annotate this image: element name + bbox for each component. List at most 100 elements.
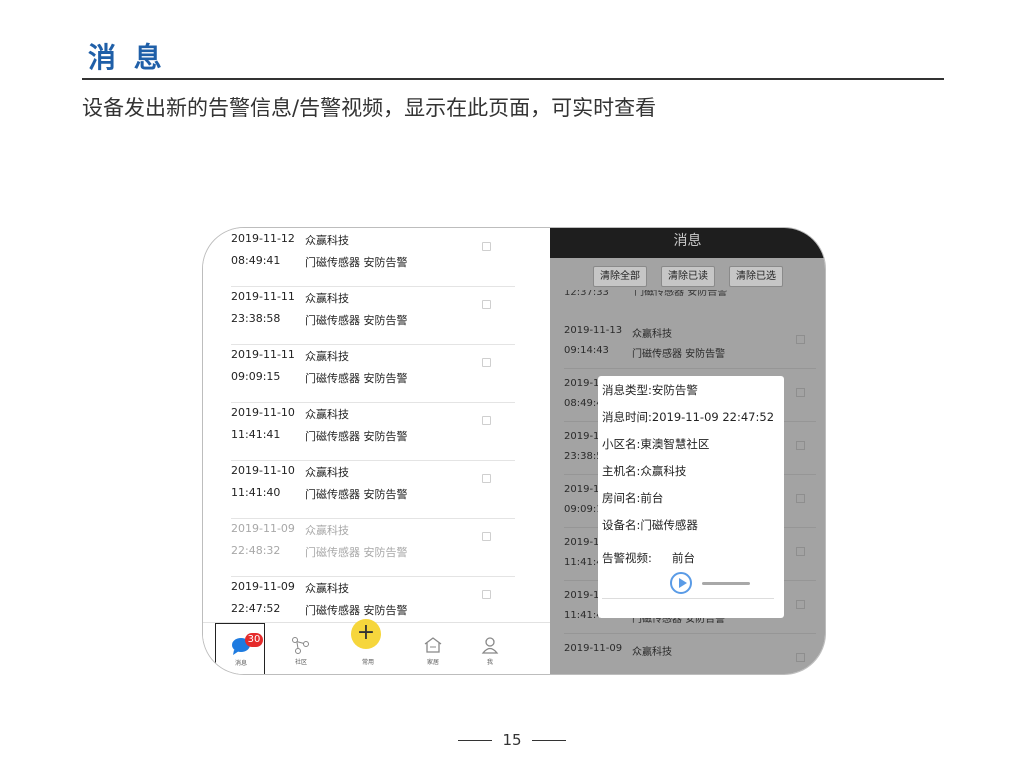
select-checkbox[interactable] <box>482 242 491 251</box>
tab-home-label: 家居 <box>426 659 439 666</box>
messages-header: 消息 <box>550 228 825 258</box>
popup-device: 设备名:门磁传感器 <box>602 518 698 532</box>
network-icon <box>292 637 309 654</box>
page-number-text: 15 <box>502 731 522 749</box>
message-detail-pane: 消息 清除全部 清除已读 清除已选 12:37:33 门磁传感器 安防告警 20… <box>550 228 825 674</box>
clear-read-button[interactable]: 清除已读 <box>661 266 715 287</box>
clipped-row-desc: 门磁传感器 安防告警 <box>634 290 728 298</box>
clipped-row-time: 12:37:33 <box>564 290 609 298</box>
actions-toolbar: 清除全部 清除已读 清除已选 <box>550 258 825 290</box>
message-host: 众赢科技 <box>305 350 349 363</box>
popup-host: 主机名:众赢科技 <box>602 464 687 478</box>
detail-list-row[interactable]: 2019-11-13 09:14:43 众赢科技门磁传感器 安防告警 <box>564 315 816 369</box>
message-description: 门磁传感器 安防告警 <box>305 430 408 443</box>
tab-bar: 30 消息 社区 常用 + 家居 我 <box>203 619 550 674</box>
row-checkbox[interactable] <box>796 653 805 662</box>
row-host: 众赢科技 <box>632 647 672 658</box>
message-row[interactable]: 2019-11-10 11:41:40 众赢科技门磁传感器 安防告警 <box>231 460 515 519</box>
row-date: 2019-1 <box>564 378 600 389</box>
message-row[interactable]: 2019-11-10 11:41:41 众赢科技门磁传感器 安防告警 <box>231 402 515 461</box>
message-description: 门磁传感器 安防告警 <box>305 604 408 617</box>
message-row[interactable]: 2019-11-11 23:38:58 众赢科技门磁传感器 安防告警 <box>231 286 515 345</box>
message-date: 2019-11-10 <box>231 464 295 477</box>
row-date: 2019-1 <box>564 431 600 442</box>
detail-list-row[interactable]: 2019-11-09 众赢科技 <box>564 633 816 674</box>
popup-room: 房间名:前台 <box>602 491 664 505</box>
clear-selected-button[interactable]: 清除已选 <box>729 266 783 287</box>
message-description: 门磁传感器 安防告警 <box>305 256 408 269</box>
message-time: 22:47:52 <box>231 602 281 615</box>
play-icon[interactable] <box>670 572 692 594</box>
row-date: 2019-11-13 <box>564 325 623 336</box>
page-subtitle: 设备发出新的告警信息/告警视频，显示在此页面，可实时查看 <box>82 96 657 120</box>
message-host: 众赢科技 <box>305 466 349 479</box>
tab-community[interactable]: 社区 <box>276 623 326 674</box>
clipped-row-fragment: 12:37:33 门磁传感器 安防告警 <box>564 290 727 298</box>
message-row[interactable]: 2019-11-11 09:09:15 众赢科技门磁传感器 安防告警 <box>231 344 515 403</box>
row-checkbox[interactable] <box>796 494 805 503</box>
message-time: 11:41:41 <box>231 428 281 441</box>
message-description: 门磁传感器 安防告警 <box>305 372 408 385</box>
popup-divider <box>602 598 774 599</box>
select-checkbox[interactable] <box>482 532 491 541</box>
popup-video-location: 前台 <box>672 551 695 565</box>
row-date: 2019-1 <box>564 484 600 495</box>
row-host: 众赢科技 <box>632 329 672 340</box>
popup-video-label: 告警视频: <box>602 551 652 565</box>
unread-badge: 30 <box>245 633 263 647</box>
message-row[interactable]: 2019-11-12 08:49:41 众赢科技门磁传感器 安防告警 <box>231 228 515 287</box>
row-date: 2019-11-09 <box>564 643 623 654</box>
popup-community: 小区名:東澳智慧社区 <box>602 437 710 451</box>
message-host: 众赢科技 <box>305 582 349 595</box>
message-host: 众赢科技 <box>305 408 349 421</box>
add-button[interactable]: + <box>351 619 381 649</box>
message-date: 2019-11-10 <box>231 406 295 419</box>
row-checkbox[interactable] <box>796 335 805 344</box>
row-date: 2019-1 <box>564 590 600 601</box>
message-date: 2019-11-11 <box>231 348 295 361</box>
select-checkbox[interactable] <box>482 300 491 309</box>
tab-me-label: 我 <box>486 659 493 666</box>
tab-community-label: 社区 <box>294 659 307 666</box>
page-title: 消 息 <box>88 41 166 74</box>
clear-all-button[interactable]: 清除全部 <box>593 266 647 287</box>
message-host: 众赢科技 <box>305 524 349 537</box>
select-checkbox[interactable] <box>482 358 491 367</box>
tab-me[interactable]: 我 <box>465 623 515 674</box>
message-description: 门磁传感器 安防告警 <box>305 488 408 501</box>
row-time: 09:14:43 <box>564 345 609 356</box>
page-number-dash-right <box>531 740 566 741</box>
tab-messages[interactable]: 30 消息 <box>215 623 265 674</box>
message-host: 众赢科技 <box>305 234 349 247</box>
message-host: 众赢科技 <box>305 292 349 305</box>
row-time: 09:09:1 <box>564 504 603 515</box>
message-date: 2019-11-11 <box>231 290 295 303</box>
message-time: 08:49:41 <box>231 254 281 267</box>
message-row[interactable]: 2019-11-09 22:48:32 众赢科技 门磁传感器 安防告警 <box>231 518 515 577</box>
row-description: 门磁传感器 安防告警 <box>632 349 726 360</box>
message-date: 2019-11-09 <box>231 522 295 535</box>
message-time: 11:41:40 <box>231 486 281 499</box>
video-progress-track[interactable] <box>702 582 750 585</box>
select-checkbox[interactable] <box>482 474 491 483</box>
popup-message-type: 消息类型:安防告警 <box>602 383 698 397</box>
person-icon <box>481 637 499 654</box>
select-checkbox[interactable] <box>482 416 491 425</box>
title-divider <box>82 78 944 80</box>
row-checkbox[interactable] <box>796 441 805 450</box>
message-time: 23:38:58 <box>231 312 281 325</box>
message-description: 门磁传感器 安防告警 <box>305 314 408 327</box>
select-checkbox[interactable] <box>482 590 491 599</box>
message-list-pane: 2019-11-12 08:49:41 众赢科技 门磁传感器 安防告警 2019-11-… <box>203 228 550 674</box>
tab-messages-label: 消息 <box>234 660 247 667</box>
row-time: 23:38:5 <box>564 451 603 462</box>
row-checkbox[interactable] <box>796 600 805 609</box>
message-time: 09:09:15 <box>231 370 281 383</box>
page-number-dash-left <box>458 740 493 741</box>
house-icon <box>424 637 442 653</box>
tab-common-label: 常用 <box>361 659 374 666</box>
message-date: 2019-11-12 <box>231 232 295 245</box>
row-checkbox[interactable] <box>796 547 805 556</box>
tab-home[interactable]: 家居 <box>408 623 458 674</box>
row-checkbox[interactable] <box>796 388 805 397</box>
